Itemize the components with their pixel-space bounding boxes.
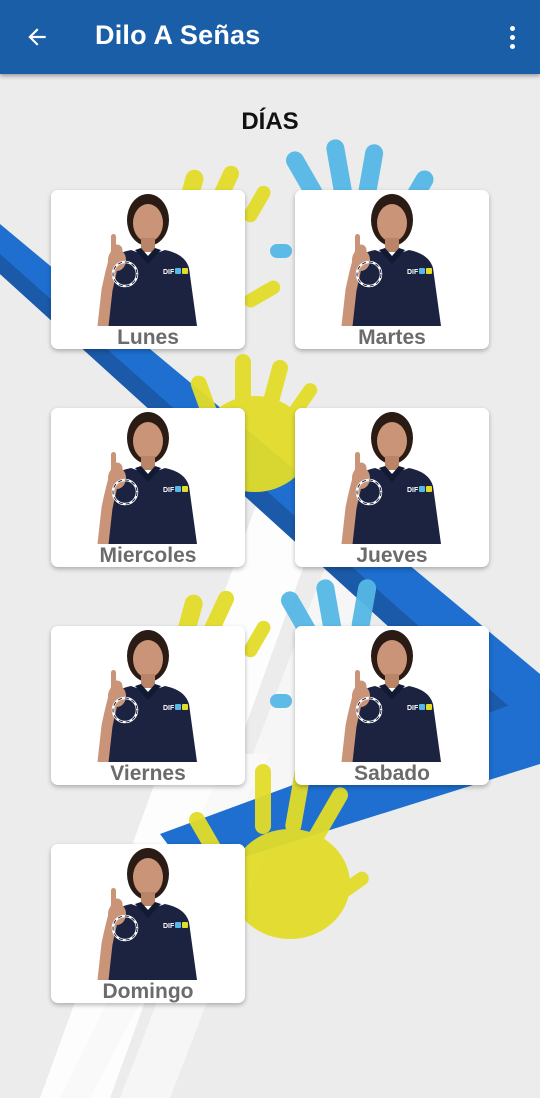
- day-card-jueves[interactable]: DIF Jueves: [295, 408, 489, 567]
- day-card-martes[interactable]: DIF Martes: [295, 190, 489, 349]
- day-label: Martes: [358, 326, 426, 349]
- sign-photo: DIF: [295, 626, 489, 762]
- svg-text:DIF: DIF: [163, 269, 175, 276]
- day-label: Miercoles: [99, 544, 197, 567]
- day-card-miercoles[interactable]: DIF Miercoles: [51, 408, 245, 567]
- sign-photo: DIF: [295, 190, 489, 326]
- svg-text:DIF: DIF: [407, 487, 419, 494]
- back-button[interactable]: [20, 20, 54, 54]
- svg-text:DIF: DIF: [163, 923, 175, 930]
- day-card-viernes[interactable]: DIF Viernes: [51, 626, 245, 785]
- more-vertical-icon: [509, 25, 515, 31]
- day-label: Sabado: [354, 762, 430, 785]
- svg-text:DIF: DIF: [407, 269, 419, 276]
- day-card-lunes[interactable]: DIF Lunes: [51, 190, 245, 349]
- svg-text:DIF: DIF: [163, 705, 175, 712]
- sign-photo: DIF: [51, 844, 245, 980]
- sign-photo: DIF: [51, 408, 245, 544]
- day-label: Domingo: [102, 980, 194, 1003]
- more-options-button[interactable]: [502, 20, 522, 54]
- day-card-domingo[interactable]: DIF Domingo: [51, 844, 245, 1003]
- arrow-left-icon: [28, 28, 46, 46]
- sign-photo: DIF: [51, 626, 245, 762]
- day-label: Lunes: [117, 326, 179, 349]
- app-bar: Dilo A Señas: [0, 0, 540, 74]
- day-label: Jueves: [356, 544, 428, 567]
- svg-text:DIF: DIF: [163, 487, 175, 494]
- day-label: Viernes: [110, 762, 186, 785]
- day-card-sabado[interactable]: DIF Sabado: [295, 626, 489, 785]
- svg-text:DIF: DIF: [407, 705, 419, 712]
- sign-photo: DIF: [295, 408, 489, 544]
- sign-photo: DIF: [51, 190, 245, 326]
- page-heading: DÍAS: [241, 108, 299, 135]
- app-title: Dilo A Señas: [95, 20, 261, 50]
